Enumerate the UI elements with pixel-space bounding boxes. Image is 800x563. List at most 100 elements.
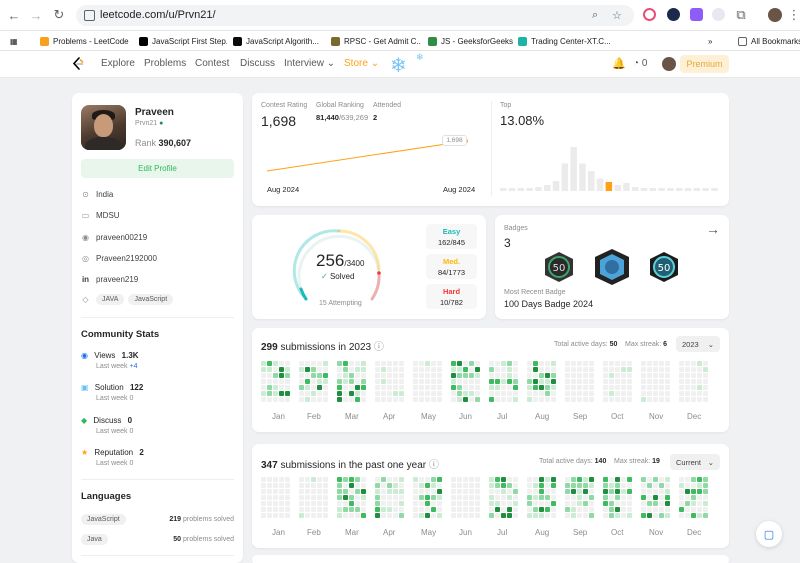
- heatmap-cell[interactable]: [609, 391, 614, 396]
- heatmap-cell[interactable]: [653, 367, 658, 372]
- heatmap-cell[interactable]: [413, 361, 418, 366]
- heatmap-cell[interactable]: [451, 483, 456, 488]
- heatmap-cell[interactable]: [665, 495, 670, 500]
- heatmap-cell[interactable]: [621, 483, 626, 488]
- heatmap-cell[interactable]: [393, 397, 398, 402]
- heatmap-cell[interactable]: [647, 379, 652, 384]
- heatmap-cell[interactable]: [279, 501, 284, 506]
- heatmap-cell[interactable]: [375, 361, 380, 366]
- heatmap-cell[interactable]: [437, 367, 442, 372]
- heatmap-cell[interactable]: [305, 477, 310, 482]
- heatmap-cell[interactable]: [317, 483, 322, 488]
- heatmap-cell[interactable]: [267, 397, 272, 402]
- heatmap-cell[interactable]: [551, 361, 556, 366]
- heatmap-cell[interactable]: [577, 361, 582, 366]
- heatmap-cell[interactable]: [527, 477, 532, 482]
- heatmap-cell[interactable]: [323, 361, 328, 366]
- heatmap-cell[interactable]: [393, 483, 398, 488]
- language-chip[interactable]: JavaScript: [81, 514, 126, 525]
- heatmap-cell[interactable]: [527, 507, 532, 512]
- heatmap-cell[interactable]: [609, 483, 614, 488]
- heatmap-cell[interactable]: [685, 501, 690, 506]
- heatmap-cell[interactable]: [627, 477, 632, 482]
- heatmap-cell[interactable]: [317, 391, 322, 396]
- heatmap-cell[interactable]: [299, 495, 304, 500]
- heatmap-cell[interactable]: [539, 385, 544, 390]
- heatmap-cell[interactable]: [489, 373, 494, 378]
- heatmap-cell[interactable]: [685, 385, 690, 390]
- heatmap-cell[interactable]: [697, 507, 702, 512]
- heatmap-cell[interactable]: [305, 501, 310, 506]
- bookmark-star-icon[interactable]: ☆: [612, 9, 622, 22]
- heatmap-cell[interactable]: [507, 513, 512, 518]
- heatmap-cell[interactable]: [451, 477, 456, 482]
- heatmap-cell[interactable]: [641, 391, 646, 396]
- heatmap-cell[interactable]: [299, 391, 304, 396]
- heatmap-cell[interactable]: [261, 379, 266, 384]
- badge-100-days-icon[interactable]: [592, 248, 632, 286]
- heatmap-cell[interactable]: [285, 373, 290, 378]
- heatmap-cell[interactable]: [279, 391, 284, 396]
- heatmap-cell[interactable]: [533, 385, 538, 390]
- heatmap-cell[interactable]: [463, 501, 468, 506]
- heatmap-cell[interactable]: [475, 379, 480, 384]
- heatmap-cell[interactable]: [621, 385, 626, 390]
- heatmap-cell[interactable]: [273, 385, 278, 390]
- heatmap-cell[interactable]: [533, 361, 538, 366]
- heatmap-cell[interactable]: [305, 489, 310, 494]
- heatmap-cell[interactable]: [393, 501, 398, 506]
- heatmap-cell[interactable]: [615, 391, 620, 396]
- heatmap-cell[interactable]: [323, 489, 328, 494]
- heatmap-cell[interactable]: [551, 507, 556, 512]
- heatmap-cell[interactable]: [489, 397, 494, 402]
- heatmap-cell[interactable]: [323, 379, 328, 384]
- heatmap-cell[interactable]: [437, 373, 442, 378]
- heatmap-cell[interactable]: [513, 385, 518, 390]
- heatmap-cell[interactable]: [589, 367, 594, 372]
- heatmap-cell[interactable]: [361, 367, 366, 372]
- heatmap-cell[interactable]: [431, 501, 436, 506]
- heatmap-cell[interactable]: [361, 391, 366, 396]
- heatmap-cell[interactable]: [647, 361, 652, 366]
- heatmap-cell[interactable]: [571, 361, 576, 366]
- heatmap-cell[interactable]: [691, 385, 696, 390]
- heatmap-cell[interactable]: [653, 513, 658, 518]
- heatmap-cell[interactable]: [565, 379, 570, 384]
- heatmap-cell[interactable]: [399, 489, 404, 494]
- heatmap-cell[interactable]: [323, 391, 328, 396]
- heatmap-cell[interactable]: [425, 373, 430, 378]
- heatmap-cell[interactable]: [641, 501, 646, 506]
- edit-profile-button[interactable]: Edit Profile: [81, 159, 234, 178]
- heatmap-cell[interactable]: [627, 391, 632, 396]
- heatmap-cell[interactable]: [285, 397, 290, 402]
- heatmap-cell[interactable]: [387, 397, 392, 402]
- heatmap-cell[interactable]: [507, 373, 512, 378]
- heatmap-cell[interactable]: [261, 513, 266, 518]
- heatmap-cell[interactable]: [513, 397, 518, 402]
- reload-icon[interactable]: ↻: [51, 7, 67, 23]
- heatmap-cell[interactable]: [691, 495, 696, 500]
- heatmap-cell[interactable]: [419, 477, 424, 482]
- heatmap-cell[interactable]: [513, 489, 518, 494]
- heatmap-cell[interactable]: [527, 483, 532, 488]
- heatmap-cell[interactable]: [349, 373, 354, 378]
- heatmap-cell[interactable]: [627, 385, 632, 390]
- bookmark-item[interactable]: JavaScript Algorith...: [233, 34, 323, 48]
- heatmap-cell[interactable]: [545, 373, 550, 378]
- heatmap-cell[interactable]: [551, 367, 556, 372]
- heatmap-cell[interactable]: [589, 361, 594, 366]
- heatmap-cell[interactable]: [317, 397, 322, 402]
- heatmap-cell[interactable]: [425, 513, 430, 518]
- heatmap-cell[interactable]: [323, 507, 328, 512]
- heatmap-cell[interactable]: [305, 367, 310, 372]
- heatmap-cell[interactable]: [355, 391, 360, 396]
- heatmap-cell[interactable]: [533, 391, 538, 396]
- heatmap-cell[interactable]: [609, 379, 614, 384]
- heatmap-cell[interactable]: [545, 507, 550, 512]
- heatmap-cell[interactable]: [697, 495, 702, 500]
- heatmap-cell[interactable]: [571, 391, 576, 396]
- premium-button[interactable]: Premium: [680, 55, 729, 73]
- heatmap-cell[interactable]: [539, 513, 544, 518]
- heatmap-cell[interactable]: [621, 373, 626, 378]
- heatmap-cell[interactable]: [565, 477, 570, 482]
